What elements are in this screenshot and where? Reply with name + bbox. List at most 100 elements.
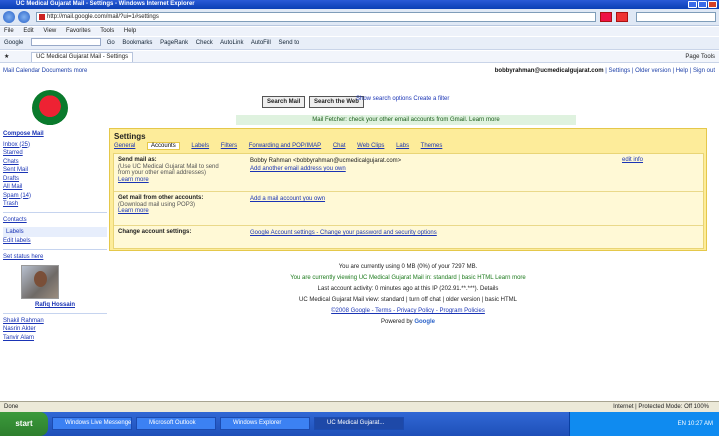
menu-bar: File Edit View Favorites Tools Help xyxy=(0,27,719,36)
send-mail-as-label: Send mail as: (Use UC Medical Gujarat Ma… xyxy=(118,157,230,183)
labels-header[interactable]: Labels xyxy=(6,229,24,235)
taskbar-item[interactable]: Microsoft Outlook xyxy=(136,417,216,430)
settings-title: Settings xyxy=(114,132,146,141)
status-bar: Done Internet | Protected Mode: Off 100% xyxy=(0,401,719,412)
view-links[interactable]: UC Medical Gujarat Mail view: standard |… xyxy=(109,295,707,306)
change-account-row: Change account settings: Google Account … xyxy=(114,226,703,248)
toolbar-bookmarks[interactable]: Bookmarks xyxy=(122,40,152,46)
accounts-settings: Send mail as: (Use UC Medical Gujarat Ma… xyxy=(113,153,704,249)
account-links: bobbyrahman@ucmedicalgujarat.com | Setti… xyxy=(494,68,715,74)
sidebar-item-all-mail[interactable]: All Mail xyxy=(3,183,107,192)
mail-fetcher-banner[interactable]: Mail Fetcher: check your other email acc… xyxy=(236,115,576,125)
site-favicon-icon xyxy=(39,14,45,20)
minimize-button[interactable] xyxy=(688,1,697,8)
tab-chat[interactable]: Chat xyxy=(333,143,346,149)
menu-help[interactable]: Help xyxy=(124,28,136,34)
last-activity[interactable]: Last account activity: 0 minutes ago at … xyxy=(109,284,707,295)
chat-contact[interactable]: Tanvir Alam xyxy=(3,334,107,343)
google-apps-links[interactable]: Mail Calendar Documents more xyxy=(3,68,87,74)
toolbar-check[interactable]: Check xyxy=(196,40,213,46)
toolbar-pagerank[interactable]: PageRank xyxy=(160,40,188,46)
window-title-bar: UC Medical Gujarat Mail - Settings - Win… xyxy=(0,0,719,9)
sidebar-item-inbox[interactable]: Inbox (25) xyxy=(3,141,107,150)
compose-mail-link[interactable]: Compose Mail xyxy=(3,130,107,139)
live-search-input[interactable] xyxy=(636,12,716,22)
edit-labels-link[interactable]: Edit labels xyxy=(3,237,107,246)
toolbar-autolink[interactable]: AutoLink xyxy=(220,40,243,46)
chat-status[interactable]: Set status here xyxy=(3,253,107,262)
view-mode-info[interactable]: You are currently viewing UC Medical Guj… xyxy=(109,273,707,284)
sidebar-item-trash[interactable]: Trash xyxy=(3,200,107,209)
tab-web-clips[interactable]: Web Clips xyxy=(357,143,384,149)
taskbar-item[interactable]: Windows Live Messenger xyxy=(52,417,132,430)
toolbar-go[interactable]: Go xyxy=(107,40,115,46)
divider xyxy=(3,211,107,213)
stop-icon[interactable] xyxy=(616,12,628,22)
status-text: Done xyxy=(4,404,19,410)
gmail-page: Mail Calendar Documents more bobbyrahman… xyxy=(0,64,719,401)
edit-info-link[interactable]: edit info xyxy=(622,157,643,163)
get-mail-row: Get mail from other accounts: (Download … xyxy=(114,192,703,226)
organization-logo[interactable] xyxy=(32,90,68,126)
tab-forwarding[interactable]: Forwarding and POP/IMAP xyxy=(249,143,321,149)
add-email-address-link[interactable]: Add another email address you own xyxy=(250,165,401,173)
google-account-settings-link[interactable]: Google Account settings - Change your pa… xyxy=(250,230,437,236)
menu-file[interactable]: File xyxy=(4,28,14,34)
favorites-star-icon[interactable]: ★ xyxy=(4,54,9,60)
usage-info: You are currently using 0 MB (0%) of you… xyxy=(338,264,478,270)
menu-favorites[interactable]: Favorites xyxy=(66,28,91,34)
menu-view[interactable]: View xyxy=(43,28,56,34)
labels-box: Labels xyxy=(3,227,107,237)
taskbar: start Windows Live Messenger Microsoft O… xyxy=(0,412,719,436)
menu-edit[interactable]: Edit xyxy=(23,28,33,34)
tab-themes[interactable]: Themes xyxy=(421,143,443,149)
change-account-value: Google Account settings - Change your pa… xyxy=(250,229,437,237)
tab-accounts[interactable]: Accounts xyxy=(147,142,180,150)
settings-tabs: General Accounts Labels Filters Forwardi… xyxy=(114,142,452,150)
maximize-button[interactable] xyxy=(698,1,707,8)
sidebar-item-spam[interactable]: Spam (14) xyxy=(3,192,107,201)
contacts-link[interactable]: Contacts xyxy=(3,216,107,225)
menu-tools[interactable]: Tools xyxy=(100,28,114,34)
clock[interactable]: EN 10:27 AM xyxy=(678,421,713,427)
add-mail-account-link[interactable]: Add a mail account you own xyxy=(250,195,325,203)
taskbar-item[interactable]: Windows Explorer xyxy=(220,417,310,430)
get-mail-value: Add a mail account you own xyxy=(250,195,325,203)
legal-links[interactable]: ©2008 Google - Terms - Privacy Policy - … xyxy=(109,306,707,317)
search-options-link[interactable]: Show search options Create a filter xyxy=(356,96,449,102)
forward-icon[interactable] xyxy=(18,11,30,23)
change-account-label: Change account settings: xyxy=(118,229,192,235)
tab-filters[interactable]: Filters xyxy=(221,143,237,149)
tab-labels[interactable]: Labels xyxy=(191,143,209,149)
help-link[interactable]: Help xyxy=(676,68,688,74)
chat-contact[interactable]: Shakil Rahman xyxy=(3,317,107,326)
avatar[interactable] xyxy=(21,265,59,299)
send-mail-as-row: Send mail as: (Use UC Medical Gujarat Ma… xyxy=(114,154,703,192)
search-mail-button[interactable]: Search Mail xyxy=(262,96,306,108)
refresh-icon[interactable] xyxy=(600,12,612,22)
tab-general[interactable]: General xyxy=(114,143,135,149)
settings-link[interactable]: Settings xyxy=(609,68,631,74)
sidebar-item-sent[interactable]: Sent Mail xyxy=(3,166,107,175)
google-toolbar-search[interactable] xyxy=(31,38,102,47)
tab-labs[interactable]: Labs xyxy=(396,143,409,149)
start-button[interactable]: start xyxy=(0,412,48,436)
sign-out-link[interactable]: Sign out xyxy=(693,68,715,74)
sidebar-item-starred[interactable]: Starred xyxy=(3,149,107,158)
chat-contact[interactable]: Nasrin Akter xyxy=(3,325,107,334)
chat-user-name[interactable]: Rafiq Hossain xyxy=(3,301,107,310)
taskbar-item[interactable]: UC Medical Gujarat... xyxy=(314,417,404,430)
older-version-link[interactable]: Older version xyxy=(635,68,671,74)
browser-tab[interactable]: UC Medical Gujarat Mail - Settings xyxy=(31,52,134,62)
toolbar-send-to[interactable]: Send to xyxy=(279,40,300,46)
toolbar-autofill[interactable]: AutoFill xyxy=(251,40,271,46)
learn-more-link[interactable]: Learn more xyxy=(118,177,230,184)
address-bar[interactable]: http://mail.google.com/mail/?ui=1#settin… xyxy=(36,12,596,22)
sidebar-item-chats[interactable]: Chats xyxy=(3,158,107,167)
close-button[interactable] xyxy=(708,1,717,8)
learn-more-link[interactable]: Learn more xyxy=(118,208,230,215)
sidebar-item-drafts[interactable]: Drafts xyxy=(3,175,107,184)
page-tools-menu[interactable]: Page Tools xyxy=(685,51,715,62)
back-icon[interactable] xyxy=(3,11,15,23)
google-logo: Google xyxy=(414,319,436,325)
